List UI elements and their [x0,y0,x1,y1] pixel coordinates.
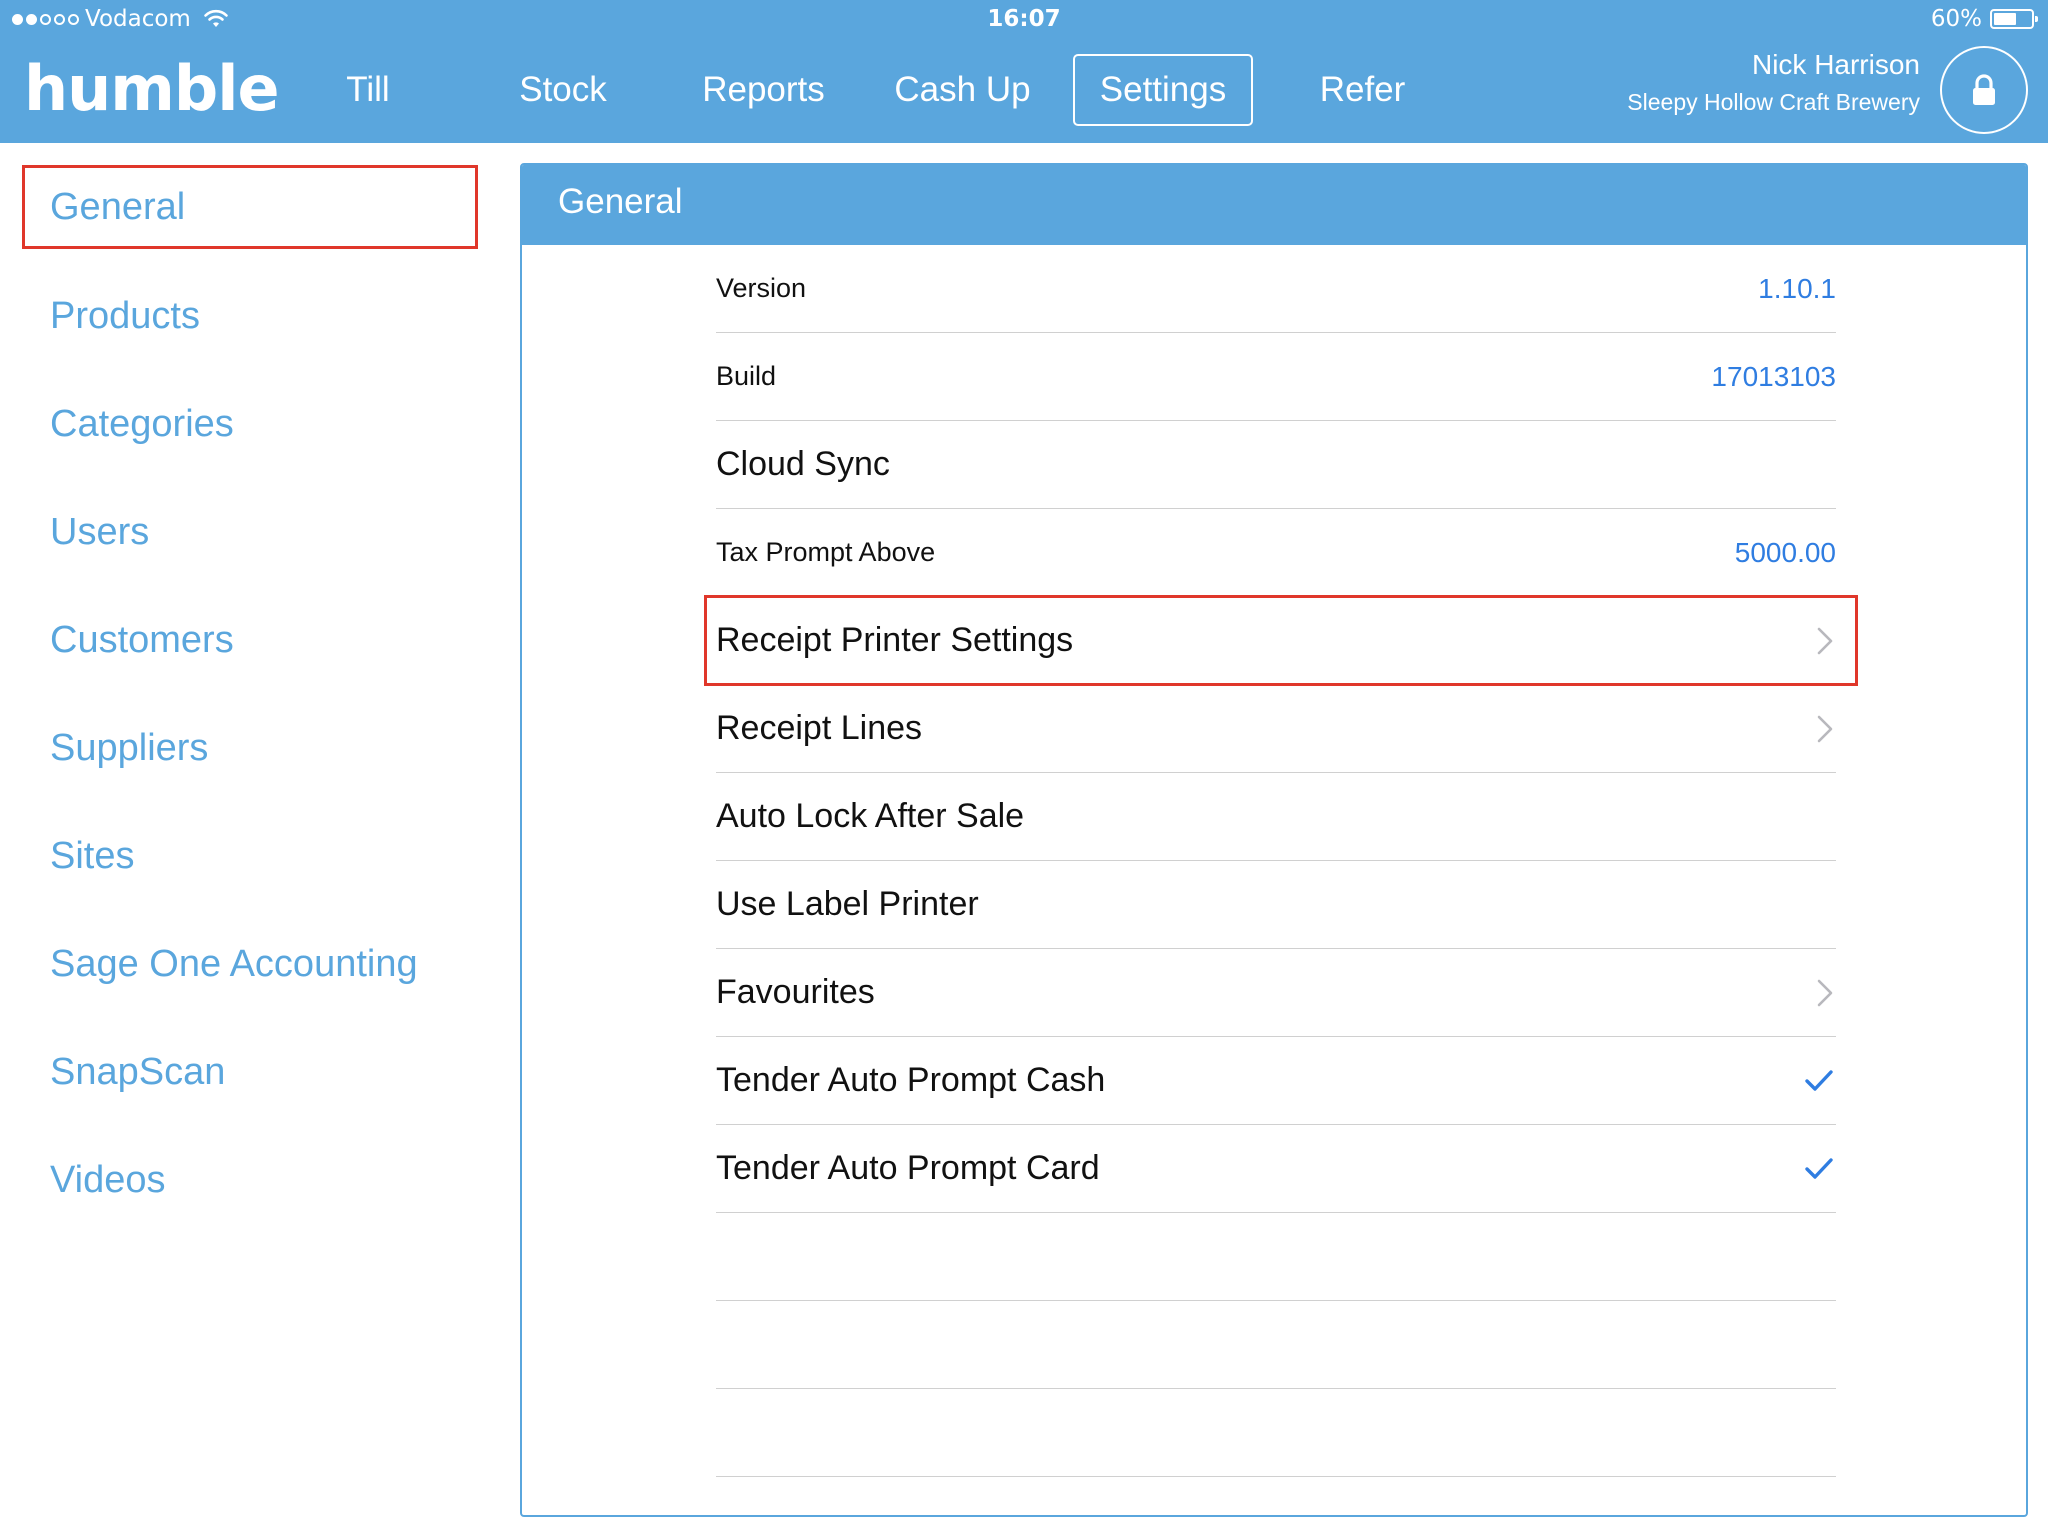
sidebar-item-customers[interactable]: Customers [22,598,478,682]
app-header: Vodacom 16:07 60% humble Till Stock Repo… [0,0,2048,143]
sidebar-item-categories[interactable]: Categories [22,382,478,466]
setting-row-tender-auto-prompt-cash[interactable]: Tender Auto Prompt Cash [716,1037,1836,1125]
sidebar-item-sites[interactable]: Sites [22,814,478,898]
user-name: Nick Harrison [1751,49,1920,80]
status-bar: Vodacom 16:07 60% [0,0,2048,40]
chevron-right-icon [1817,627,1833,654]
setting-row-receipt-lines[interactable]: Receipt Lines [716,685,1836,773]
empty-row [716,1301,1836,1389]
lock-button[interactable] [1940,46,2028,134]
empty-row [716,1213,1836,1301]
nav-stock[interactable]: Stock [508,54,618,126]
setting-row-use-label-printer[interactable]: Use Label Printer [716,861,1836,949]
status-time: 16:07 [987,6,1061,32]
empty-row [716,1389,1836,1477]
checkmark-icon [1805,1069,1833,1091]
nav-refer[interactable]: Refer [1310,54,1415,126]
setting-row-tender-auto-prompt-card[interactable]: Tender Auto Prompt Card [716,1125,1836,1213]
battery-icon [1990,9,2038,29]
setting-label: Cloud Sync [716,445,890,483]
setting-label: Receipt Lines [716,709,923,747]
setting-label: Auto Lock After Sale [716,797,1025,835]
panel-title: General [522,165,2026,245]
sidebar-item-users[interactable]: Users [22,490,478,574]
setting-row-auto-lock-after-sale[interactable]: Auto Lock After Sale [716,773,1836,861]
lock-icon [1973,74,1995,105]
settings-list: Version 1.10.1 Build 17013103 Cloud Sync… [704,245,1858,1477]
checkmark-icon [1805,1157,1833,1179]
setting-label: Tax Prompt Above [716,537,936,567]
setting-row-receipt-printer-settings[interactable]: Receipt Printer Settings [704,595,1858,686]
chevron-right-icon [1817,979,1833,1006]
setting-label: Favourites [716,973,875,1011]
setting-row-cloud-sync[interactable]: Cloud Sync [716,421,1836,509]
user-info: Nick Harrison Sleepy Hollow Craft Brewer… [1627,48,1920,122]
battery-percent: 60% [1930,6,1982,32]
setting-label: Tender Auto Prompt Card [716,1149,1100,1187]
setting-value: 1.10.1 [1758,272,1836,304]
setting-label: Receipt Printer Settings [716,621,1074,659]
sidebar-item-videos[interactable]: Videos [22,1138,478,1222]
general-settings-panel: General Version 1.10.1 Build 17013103 Cl… [520,163,2028,1517]
nav-settings[interactable]: Settings [1073,54,1253,126]
nav-till[interactable]: Till [328,54,408,126]
setting-row-favourites[interactable]: Favourites [716,949,1836,1037]
setting-label: Use Label Printer [716,885,979,923]
sidebar-item-sage-one-accounting[interactable]: Sage One Accounting [22,922,478,1006]
setting-row-build: Build 17013103 [716,333,1836,421]
chevron-right-icon [1817,715,1833,742]
battery-indicator: 60% [1930,6,2038,32]
sidebar-item-general[interactable]: General [22,165,478,249]
nav-reports[interactable]: Reports [696,54,831,126]
nav-cash-up[interactable]: Cash Up [890,54,1035,126]
setting-value: 17013103 [1711,360,1836,392]
setting-value[interactable]: 5000.00 [1735,537,1836,569]
humble-logo[interactable]: humble [24,52,280,125]
settings-sidebar: General Products Categories Users Custom… [0,143,500,1536]
setting-row-tax-prompt-above[interactable]: Tax Prompt Above 5000.00 [716,509,1836,597]
sidebar-item-suppliers[interactable]: Suppliers [22,706,478,790]
setting-label: Build [716,361,777,391]
setting-label: Tender Auto Prompt Cash [716,1061,1106,1099]
setting-row-version: Version 1.10.1 [716,245,1836,333]
company-name: Sleepy Hollow Craft Brewery [1627,89,1920,115]
setting-label: Version [716,273,807,303]
sidebar-item-products[interactable]: Products [22,274,478,358]
sidebar-item-snapscan[interactable]: SnapScan [22,1030,478,1114]
